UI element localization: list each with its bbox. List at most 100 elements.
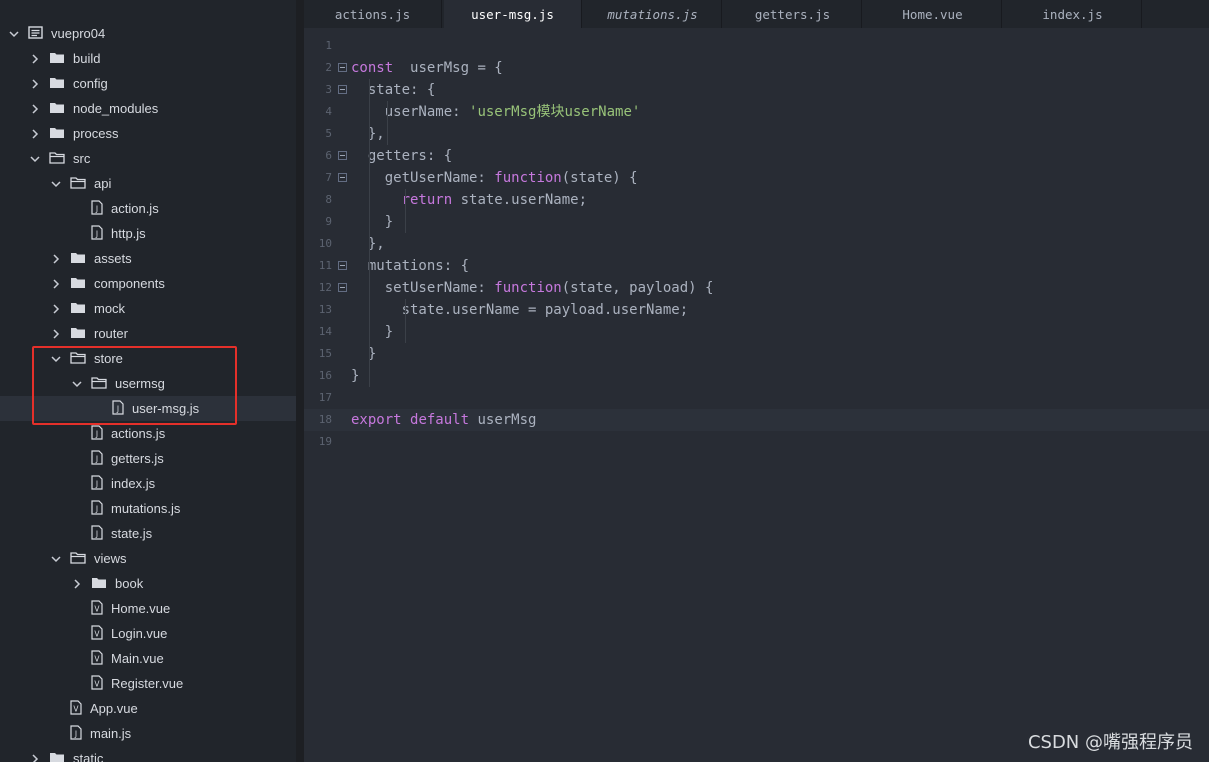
tree-item-actions-js[interactable]: Jactions.js bbox=[0, 421, 296, 446]
tab-mutations-js[interactable]: mutations.js bbox=[584, 0, 722, 28]
svg-text:J: J bbox=[95, 529, 98, 538]
code-line[interactable]: 17 bbox=[304, 387, 1209, 409]
fold-toggle-icon[interactable] bbox=[338, 261, 347, 270]
code-line[interactable]: 1 bbox=[304, 35, 1209, 57]
chevron-down-icon[interactable] bbox=[50, 178, 62, 190]
chevron-right-icon[interactable] bbox=[29, 53, 41, 65]
code-line[interactable]: 6 getters: { bbox=[304, 145, 1209, 167]
tree-item-login-vue[interactable]: V Login.vue bbox=[0, 621, 296, 646]
code-editor[interactable]: 1 2 const userMsg = {3 state: {4 userName:… bbox=[304, 28, 1209, 762]
project-icon bbox=[28, 25, 43, 42]
code-text: getUserName: function(state) { bbox=[351, 167, 638, 189]
tab-user-msg-js[interactable]: user-msg.js bbox=[444, 0, 582, 28]
tree-item-components[interactable]: components bbox=[0, 271, 296, 296]
tree-item-static[interactable]: static bbox=[0, 746, 296, 762]
line-number: 16 bbox=[318, 369, 332, 382]
code-line[interactable]: 14 } bbox=[304, 321, 1209, 343]
tree-item-views[interactable]: views bbox=[0, 546, 296, 571]
fold-toggle-icon[interactable] bbox=[338, 173, 347, 182]
tree-item-build[interactable]: build bbox=[0, 46, 296, 71]
code-line[interactable]: 13 state.userName = payload.userName; bbox=[304, 299, 1209, 321]
tree-item-assets[interactable]: assets bbox=[0, 246, 296, 271]
chevron-down-icon[interactable] bbox=[71, 378, 83, 390]
code-line[interactable]: 18 export default userMsg bbox=[304, 409, 1209, 431]
tree-item-home-vue[interactable]: V Home.vue bbox=[0, 596, 296, 621]
code-line[interactable]: 10 }, bbox=[304, 233, 1209, 255]
chevron-down-icon[interactable] bbox=[50, 353, 62, 365]
chevron-right-icon[interactable] bbox=[29, 128, 41, 140]
tab-home-vue[interactable]: Home.vue bbox=[864, 0, 1002, 28]
chevron-down-icon[interactable] bbox=[29, 153, 41, 165]
tree-item-mutations-js[interactable]: Jmutations.js bbox=[0, 496, 296, 521]
tree-item-label: vuepro04 bbox=[51, 26, 106, 41]
tree-item-src[interactable]: src bbox=[0, 146, 296, 171]
chevron-down-icon[interactable] bbox=[8, 28, 20, 40]
tree-item-state-js[interactable]: Jstate.js bbox=[0, 521, 296, 546]
fold-toggle-icon[interactable] bbox=[338, 283, 347, 292]
chevron-right-icon[interactable] bbox=[50, 303, 62, 315]
js-file-icon: J bbox=[91, 224, 103, 243]
fold-toggle-icon[interactable] bbox=[338, 63, 347, 72]
folder-icon bbox=[49, 126, 65, 142]
tree-item-app-vue[interactable]: V App.vue bbox=[0, 696, 296, 721]
chevron-right-icon[interactable] bbox=[50, 278, 62, 290]
folder-icon bbox=[49, 76, 65, 92]
tree-item-book[interactable]: book bbox=[0, 571, 296, 596]
tree-item-mock[interactable]: mock bbox=[0, 296, 296, 321]
chevron-right-icon[interactable] bbox=[50, 328, 62, 340]
keyword-token: function bbox=[494, 170, 562, 186]
tree-item-register-vue[interactable]: V Register.vue bbox=[0, 671, 296, 696]
tab-getters-js[interactable]: getters.js bbox=[724, 0, 862, 28]
tree-item-label: index.js bbox=[111, 476, 156, 491]
code-line[interactable]: 19 bbox=[304, 431, 1209, 453]
keyword-token: default bbox=[410, 412, 470, 428]
code-line[interactable]: 9 } bbox=[304, 211, 1209, 233]
code-line[interactable]: 3 state: { bbox=[304, 79, 1209, 101]
chevron-right-icon[interactable] bbox=[29, 103, 41, 115]
fold-toggle-icon[interactable] bbox=[338, 151, 347, 160]
tree-item-getters-js[interactable]: Jgetters.js bbox=[0, 446, 296, 471]
tree-item-process[interactable]: process bbox=[0, 121, 296, 146]
code-line[interactable]: 15 } bbox=[304, 343, 1209, 365]
code-line[interactable]: 12 setUserName: function(state, payload)… bbox=[304, 277, 1209, 299]
tree-item-main-js[interactable]: Jmain.js bbox=[0, 721, 296, 746]
chevron-right-icon[interactable] bbox=[29, 753, 41, 762]
tree-item-vuepro04[interactable]: vuepro04 bbox=[0, 21, 296, 46]
code-line[interactable]: 5 }, bbox=[304, 123, 1209, 145]
code-line[interactable]: 11 mutations: { bbox=[304, 255, 1209, 277]
tree-item-router[interactable]: router bbox=[0, 321, 296, 346]
code-line[interactable]: 16} bbox=[304, 365, 1209, 387]
tree-item-http-js[interactable]: Jhttp.js bbox=[0, 221, 296, 246]
tree-item-config[interactable]: config bbox=[0, 71, 296, 96]
indent-guide bbox=[405, 299, 406, 343]
fold-toggle-icon[interactable] bbox=[338, 85, 347, 94]
tree-item-node-modules[interactable]: node_modules bbox=[0, 96, 296, 121]
tree-item-action-js[interactable]: Jaction.js bbox=[0, 196, 296, 221]
tree-item-user-msg-js[interactable]: Juser-msg.js bbox=[0, 396, 296, 421]
tree-item-main-vue[interactable]: V Main.vue bbox=[0, 646, 296, 671]
indent-guide bbox=[387, 101, 388, 145]
chevron-right-icon[interactable] bbox=[50, 253, 62, 265]
tree-item-usermsg[interactable]: usermsg bbox=[0, 371, 296, 396]
tree-item-label: action.js bbox=[111, 201, 159, 216]
tree-item-api[interactable]: api bbox=[0, 171, 296, 196]
chevron-down-icon[interactable] bbox=[50, 553, 62, 565]
chevron-right-icon[interactable] bbox=[29, 78, 41, 90]
code-line[interactable]: 7 getUserName: function(state) { bbox=[304, 167, 1209, 189]
code-line[interactable]: 2 const userMsg = { bbox=[304, 57, 1209, 79]
js-file-icon: J bbox=[91, 424, 103, 443]
line-number: 11 bbox=[318, 259, 332, 272]
tab-index-js[interactable]: index.js bbox=[1004, 0, 1142, 28]
line-number: 14 bbox=[318, 325, 332, 338]
tree-item-index-js[interactable]: Jindex.js bbox=[0, 471, 296, 496]
chevron-right-icon[interactable] bbox=[71, 578, 83, 590]
code-text: } bbox=[351, 211, 393, 233]
sidebar-divider[interactable] bbox=[296, 0, 304, 762]
code-line[interactable]: 8 return state.userName; bbox=[304, 189, 1209, 211]
tree-item-store[interactable]: store bbox=[0, 346, 296, 371]
tab-actions-js[interactable]: actions.js bbox=[304, 0, 442, 28]
code-line[interactable]: 4 userName: 'userMsg模块userName' bbox=[304, 101, 1209, 123]
